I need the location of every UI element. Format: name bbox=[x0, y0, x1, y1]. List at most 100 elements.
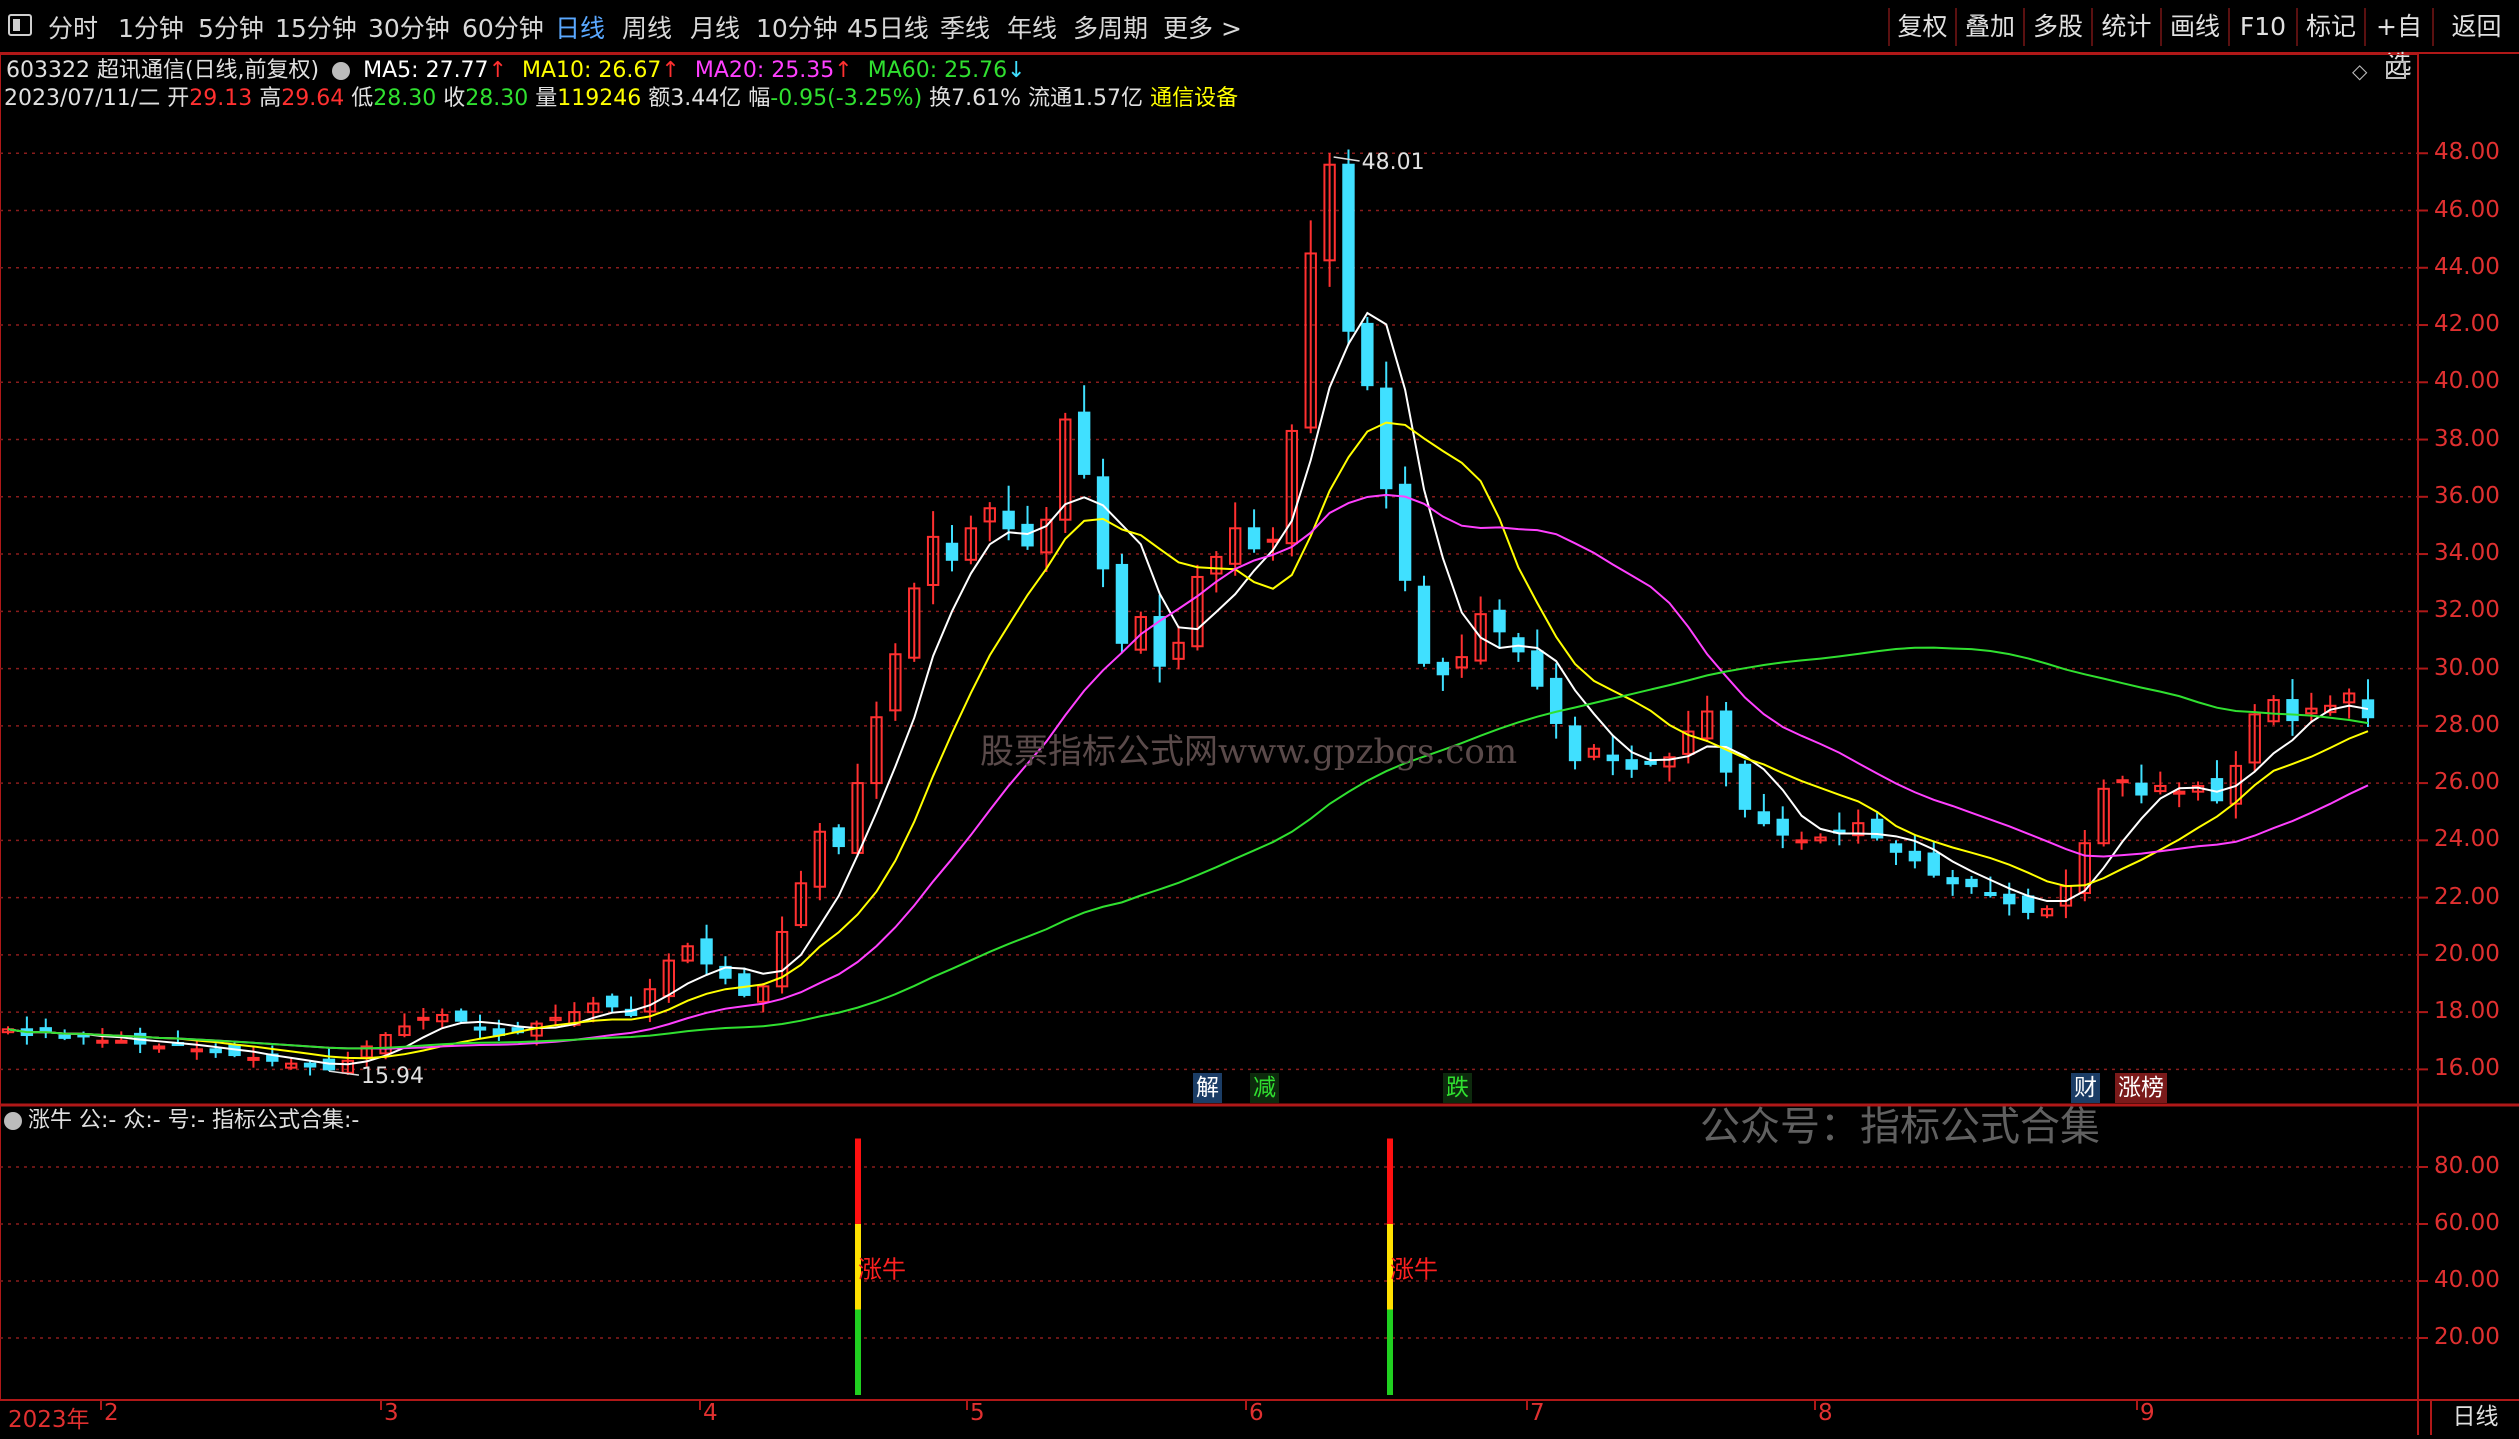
tab-0[interactable]: 分时 bbox=[48, 0, 98, 52]
volume-value: 119246 bbox=[557, 86, 642, 111]
tab-10[interactable]: 45日线 bbox=[847, 0, 929, 52]
candle-body bbox=[96, 1039, 109, 1044]
candle-body bbox=[700, 938, 713, 965]
date-tick bbox=[1245, 1400, 1247, 1410]
tab-8[interactable]: 月线 bbox=[690, 0, 740, 52]
date-tick bbox=[966, 1400, 968, 1410]
candle-body bbox=[1002, 510, 1015, 530]
candle-body bbox=[1436, 661, 1450, 676]
close-value: 28.30 bbox=[465, 86, 529, 111]
tab-2[interactable]: 5分钟 bbox=[198, 0, 264, 52]
candle-body bbox=[832, 827, 845, 848]
price-tick-label: 38.00 bbox=[2434, 425, 2500, 452]
candle-body bbox=[2003, 893, 2016, 905]
toolbar-button-3[interactable]: 统计 bbox=[2091, 8, 2160, 46]
toolbar-button-7[interactable]: +自选 bbox=[2364, 8, 2432, 79]
tab-5[interactable]: 60分钟 bbox=[462, 0, 544, 52]
tab-4[interactable]: 30分钟 bbox=[368, 0, 450, 52]
turnover-value: 换7.61% bbox=[929, 86, 1022, 111]
toolbar-button-6[interactable]: 标记 bbox=[2296, 8, 2364, 46]
candle-body bbox=[1096, 476, 1110, 570]
date-axis-label: 2023年 bbox=[8, 1407, 90, 1433]
indicator-header: 涨牛 公:- 众:- 号:- 指标公式合集:- bbox=[4, 1106, 359, 1136]
toolbar-button-1[interactable]: 叠加 bbox=[1955, 8, 2023, 46]
tab-1[interactable]: 1分钟 bbox=[118, 0, 184, 52]
high-price-label: 48.01 bbox=[1362, 150, 1425, 175]
price-tick-label: 42.00 bbox=[2434, 311, 2500, 338]
candle-body bbox=[1021, 523, 1034, 547]
toolbar-button-4[interactable]: 画线 bbox=[2160, 8, 2228, 46]
toolbar-button-2[interactable]: 多股 bbox=[2023, 8, 2091, 46]
quote-date: 2023/07/11/二 bbox=[4, 86, 161, 111]
period-indicator[interactable]: 日线 bbox=[2430, 1400, 2519, 1435]
settings-circle-icon[interactable] bbox=[332, 62, 351, 80]
high-pointer bbox=[1333, 156, 1360, 162]
price-tick-label: 40.00 bbox=[2434, 368, 2500, 395]
price-tick-label: 48.00 bbox=[2434, 139, 2500, 166]
date-axis-label: 8 bbox=[1818, 1400, 1833, 1426]
candle-body bbox=[2286, 699, 2299, 722]
date-tick bbox=[2136, 1400, 2138, 1410]
date-axis-label: 5 bbox=[970, 1400, 985, 1426]
stock-header: 603322 超讯通信(日线,前复权) MA5: 27.77↑ MA10: 26… bbox=[6, 56, 1026, 86]
candle-body bbox=[1776, 818, 1789, 836]
tab-9[interactable]: 10分钟 bbox=[756, 0, 838, 52]
price-tick-label: 16.00 bbox=[2434, 1055, 2500, 1082]
tab-3[interactable]: 15分钟 bbox=[275, 0, 357, 52]
candle-body bbox=[1719, 710, 1733, 773]
indicator-tick-label: 40.00 bbox=[2434, 1267, 2500, 1293]
float-value: 流通1.57亿 bbox=[1028, 86, 1144, 111]
site-watermark: 股票指标公式网www.gpzbgs.com bbox=[980, 732, 1518, 772]
candle-body bbox=[1965, 878, 1978, 888]
tab-7[interactable]: 周线 bbox=[622, 0, 672, 52]
toolbar-button-0[interactable]: 复权 bbox=[1888, 8, 1955, 46]
candle-body bbox=[1984, 892, 1997, 897]
candle-body bbox=[1077, 411, 1091, 475]
event-marker-0[interactable]: 解 bbox=[1193, 1073, 1222, 1103]
toolbar-button-5[interactable]: F10 bbox=[2228, 8, 2296, 46]
candle-body bbox=[605, 995, 619, 1008]
candle-body bbox=[1795, 839, 1808, 844]
tab-12[interactable]: 年线 bbox=[1007, 0, 1057, 52]
tab-11[interactable]: 季线 bbox=[940, 0, 990, 52]
toolbar-button-8[interactable]: 返回 bbox=[2432, 8, 2519, 46]
candle-body bbox=[303, 1062, 317, 1068]
date-tick bbox=[380, 1400, 382, 1410]
event-marker-4[interactable]: 涨榜 bbox=[2115, 1073, 2167, 1103]
candle-body bbox=[1342, 163, 1355, 332]
candle-body bbox=[1908, 850, 1922, 862]
ma60-down-arrow-icon: ↓ bbox=[1007, 58, 1026, 83]
event-marker-2[interactable]: 跌 bbox=[1443, 1073, 1472, 1103]
price-tick-label: 34.00 bbox=[2434, 540, 2500, 567]
candle-body bbox=[1606, 754, 1619, 762]
diamond-icon[interactable]: ◇ bbox=[2352, 59, 2367, 83]
tab-13[interactable]: 多周期 bbox=[1073, 0, 1148, 52]
candle-body bbox=[1889, 843, 1903, 853]
indicator-settings-icon[interactable] bbox=[4, 1112, 22, 1130]
date-tick bbox=[699, 1400, 701, 1410]
candle-body bbox=[2021, 895, 2035, 913]
menu-icon[interactable] bbox=[8, 14, 32, 36]
candle-body bbox=[209, 1048, 222, 1054]
price-tick-label: 44.00 bbox=[2434, 253, 2500, 280]
candle-body bbox=[945, 542, 959, 561]
candle-body bbox=[1493, 609, 1506, 633]
chart-area[interactable]: 48.01 15.94 涨牛 涨牛 603322 超讯通信(日线,前复权) MA5: … bbox=[0, 53, 2519, 1435]
candle-body bbox=[115, 1039, 128, 1044]
tab-6[interactable]: 日线 bbox=[555, 0, 605, 52]
stock-chart-app: 分时 1分钟 5分钟 15分钟 30分钟 60分钟 日线 周线 月线 10分钟 45日线 季线 年线 多周… bbox=[0, 0, 2519, 1435]
candle-body bbox=[738, 973, 751, 996]
low-price-label: 15.94 bbox=[361, 1064, 424, 1089]
price-tick-label: 46.00 bbox=[2434, 196, 2500, 223]
price-tick-label: 26.00 bbox=[2434, 769, 2500, 796]
event-marker-1[interactable]: 减 bbox=[1250, 1073, 1279, 1103]
candle-body bbox=[417, 1016, 430, 1021]
date-axis-label: 6 bbox=[1249, 1400, 1264, 1426]
sector-value: 通信设备 bbox=[1150, 86, 1239, 111]
candle-body bbox=[473, 1026, 487, 1031]
candle-body bbox=[2173, 790, 2186, 795]
layout-toggle-icon[interactable] bbox=[2386, 61, 2406, 79]
ma10-label: MA10: 26.67 bbox=[522, 58, 662, 83]
tab-14[interactable]: 更多 > bbox=[1163, 0, 1242, 52]
candle-body bbox=[2135, 782, 2148, 796]
